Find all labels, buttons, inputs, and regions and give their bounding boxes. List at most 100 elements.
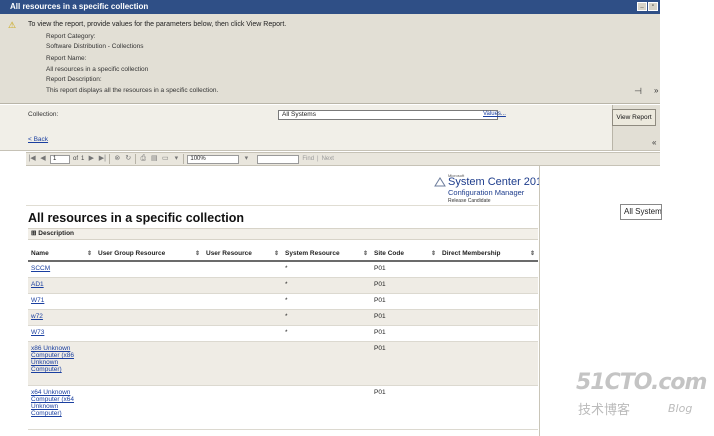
collection-label: Collection: <box>28 111 59 118</box>
watermark-blog: Blog <box>668 402 693 415</box>
table-cell: * <box>285 297 288 304</box>
resource-link[interactable]: W71 <box>31 297 44 304</box>
table-cell <box>439 278 538 293</box>
table-cell <box>439 310 538 325</box>
table-row: x64 Unknown Computer (x64 Unknown Comput… <box>28 386 538 430</box>
resource-link[interactable]: AD1 <box>31 281 44 288</box>
results-table: Name ⇕ User Group Resource ⇕ User Resource… <box>28 246 538 430</box>
logo-sub-text: Configuration Manager <box>448 188 525 197</box>
table-row: SCCM * P01 <box>28 262 538 278</box>
export-icon[interactable]: ▾ <box>172 155 180 163</box>
print-icon[interactable]: ⎙ <box>139 155 147 163</box>
table-cell <box>203 262 282 277</box>
table-cell: P01 <box>374 265 386 272</box>
table-cell: * <box>285 329 288 336</box>
last-page-icon[interactable]: ▶| <box>98 155 106 163</box>
table-cell: P01 <box>374 281 386 288</box>
resource-link[interactable]: w72 <box>31 313 43 320</box>
table-cell <box>439 294 538 309</box>
sort-icon[interactable]: ⇕ <box>530 250 535 257</box>
report-category-value: Software Distribution - Collections <box>46 43 144 50</box>
table-cell: * <box>285 313 288 320</box>
table-cell <box>95 386 203 429</box>
description-toggle[interactable]: ⊞ Description <box>28 228 538 240</box>
column-header-direct-membership[interactable]: Direct Membership ⇕ <box>439 250 538 257</box>
sort-icon[interactable]: ⇕ <box>274 250 279 257</box>
table-cell: P01 <box>374 389 386 396</box>
page-of-label: of <box>73 156 79 162</box>
logo-release-text: Release Candidate <box>448 198 491 204</box>
values-link[interactable]: Values... <box>483 111 506 117</box>
find-input[interactable] <box>257 154 300 164</box>
report-title: All resources in a specific collection <box>28 211 245 225</box>
report-description-value: This report displays all the resources i… <box>46 87 219 94</box>
description-toggle-label: Description <box>38 230 75 237</box>
watermark-sub: 技术博客 <box>578 403 631 418</box>
toolbar-separator <box>183 154 185 164</box>
table-cell <box>439 386 538 429</box>
system-center-mark-icon <box>434 177 446 187</box>
table-cell <box>439 326 538 341</box>
table-row: W71 * P01 <box>28 294 538 310</box>
table-cell <box>203 278 282 293</box>
table-cell <box>439 342 538 385</box>
report-description-label: Report Description: <box>46 76 102 83</box>
zoom-dropdown-icon[interactable]: ▾ <box>242 155 250 163</box>
collection-input[interactable]: All Systems <box>278 110 498 120</box>
print-layout-icon[interactable]: ▤ <box>150 155 158 163</box>
refresh-icon[interactable]: ↻ <box>124 155 132 163</box>
table-cell <box>203 342 282 385</box>
resource-link[interactable]: x64 Unknown Computer (x64 Unknown Comput… <box>31 389 74 417</box>
table-cell: * <box>285 281 288 288</box>
minimize-button[interactable]: _ <box>637 2 647 11</box>
first-page-icon[interactable]: |◀ <box>28 155 36 163</box>
table-cell <box>95 262 203 277</box>
previous-page-icon[interactable]: ◀ <box>39 155 47 163</box>
page-number-input[interactable]: 1 <box>50 154 70 164</box>
toolbar-separator <box>135 154 137 164</box>
sort-icon[interactable]: ⇕ <box>195 250 200 257</box>
column-header-name[interactable]: Name ⇕ <box>28 250 95 257</box>
table-row: x86 Unknown Computer (x86 Unknown Comput… <box>28 342 538 386</box>
table-cell <box>439 262 538 277</box>
table-row: AD1 * P01 <box>28 278 538 294</box>
view-report-button[interactable]: View Report <box>612 109 656 126</box>
table-cell: P01 <box>374 329 386 336</box>
zoom-select[interactable]: 100% <box>187 154 240 164</box>
expand-icon[interactable]: ⊞ <box>31 230 36 237</box>
window-controls: _ ▫ <box>637 2 658 11</box>
table-cell <box>203 386 282 429</box>
collapse-header-icon[interactable]: » <box>654 86 658 95</box>
table-cell <box>203 310 282 325</box>
table-cell <box>203 294 282 309</box>
table-cell <box>95 294 203 309</box>
find-button[interactable]: Find <box>302 156 314 162</box>
resource-link[interactable]: W73 <box>31 329 44 336</box>
sort-icon[interactable]: ⇕ <box>431 250 436 257</box>
table-cell <box>282 342 371 385</box>
resource-link[interactable]: SCCM <box>31 265 50 272</box>
page-setup-icon[interactable]: ▭ <box>161 155 169 163</box>
restore-button[interactable]: ▫ <box>648 2 658 11</box>
sort-icon[interactable]: ⇕ <box>87 250 92 257</box>
resource-link[interactable]: x86 Unknown Computer (x86 Unknown Comput… <box>31 345 74 373</box>
stop-icon[interactable]: ⊗ <box>113 155 121 163</box>
find-next-button[interactable]: Next <box>322 156 334 162</box>
next-page-icon[interactable]: ▶ <box>87 155 95 163</box>
pin-icon[interactable]: ⊣ <box>634 86 642 97</box>
total-pages: 1 <box>81 156 85 162</box>
back-link[interactable]: < Back <box>28 136 48 143</box>
table-cell: * <box>285 265 288 272</box>
window-titlebar: All resources in a specific collection _… <box>0 0 660 14</box>
column-header-user-resource[interactable]: User Resource ⇕ <box>203 250 282 257</box>
collapse-params-icon[interactable]: « <box>652 138 656 147</box>
info-icon: ⚠ <box>8 20 17 30</box>
table-cell <box>282 386 371 429</box>
table-cell <box>95 342 203 385</box>
sort-icon[interactable]: ⇕ <box>363 250 368 257</box>
table-cell: P01 <box>374 297 386 304</box>
column-header-user-group-resource[interactable]: User Group Resource ⇕ <box>95 250 203 257</box>
column-header-system-resource[interactable]: System Resource ⇕ <box>282 250 371 257</box>
column-header-site-code[interactable]: Site Code ⇕ <box>371 250 439 257</box>
report-toolbar: |◀ ◀ 1 of 1 ▶ ▶| ⊗ ↻ ⎙ ▤ ▭ ▾ 100% ▾ Find… <box>26 152 660 166</box>
